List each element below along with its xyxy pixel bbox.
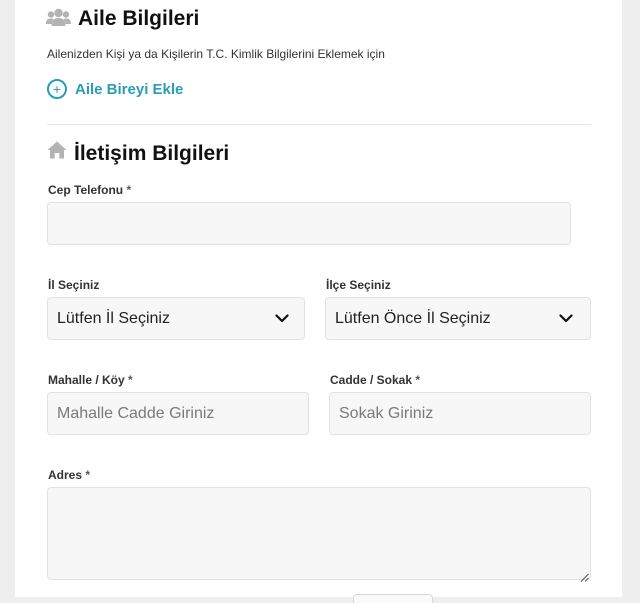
district-select[interactable]: Lütfen Önce İl Seçiniz — [325, 297, 591, 340]
required-mark: * — [415, 373, 421, 387]
district-label: İlçe Seçiniz — [326, 278, 391, 292]
resize-handle-icon[interactable] — [580, 569, 589, 582]
add-family-member-label: Aile Bireyi Ekle — [75, 80, 184, 98]
address-textarea[interactable] — [47, 487, 591, 580]
section-divider — [47, 124, 591, 125]
phone-label: Cep Telefonu * — [48, 183, 132, 197]
required-mark: * — [128, 373, 133, 387]
family-section-title: Aile Bilgileri — [78, 7, 200, 30]
family-description: Ailenizden Kişi ya da Kişilerin T.C. Kim… — [47, 47, 385, 61]
contact-section-title: İletişim Bilgileri — [74, 142, 230, 165]
users-icon — [46, 8, 71, 27]
chevron-down-icon — [275, 314, 289, 323]
street-input[interactable] — [329, 392, 591, 435]
partial-button-edge — [353, 594, 433, 603]
form-card: Aile Bilgileri Ailenizden Kişi ya da Kiş… — [15, 0, 622, 603]
province-label: İl Seçiniz — [48, 278, 100, 292]
chevron-down-icon — [559, 314, 573, 323]
plus-circle-icon: + — [47, 79, 67, 99]
add-family-member-button[interactable]: + Aile Bireyi Ekle — [47, 79, 183, 99]
address-wrapper — [47, 487, 591, 582]
province-select[interactable]: Lütfen İl Seçiniz — [47, 297, 305, 340]
street-label: Cadde / Sokak * — [330, 373, 421, 387]
neighborhood-input[interactable] — [47, 392, 309, 435]
address-label: Adres * — [48, 468, 91, 482]
neighborhood-label: Mahalle / Köy * — [48, 373, 133, 387]
province-selected-value: Lütfen İl Seçiniz — [57, 309, 170, 327]
phone-input[interactable] — [47, 202, 571, 245]
required-mark: * — [126, 183, 132, 197]
required-mark: * — [85, 468, 91, 482]
home-icon — [47, 141, 67, 159]
district-selected-value: Lütfen Önce İl Seçiniz — [335, 309, 491, 327]
